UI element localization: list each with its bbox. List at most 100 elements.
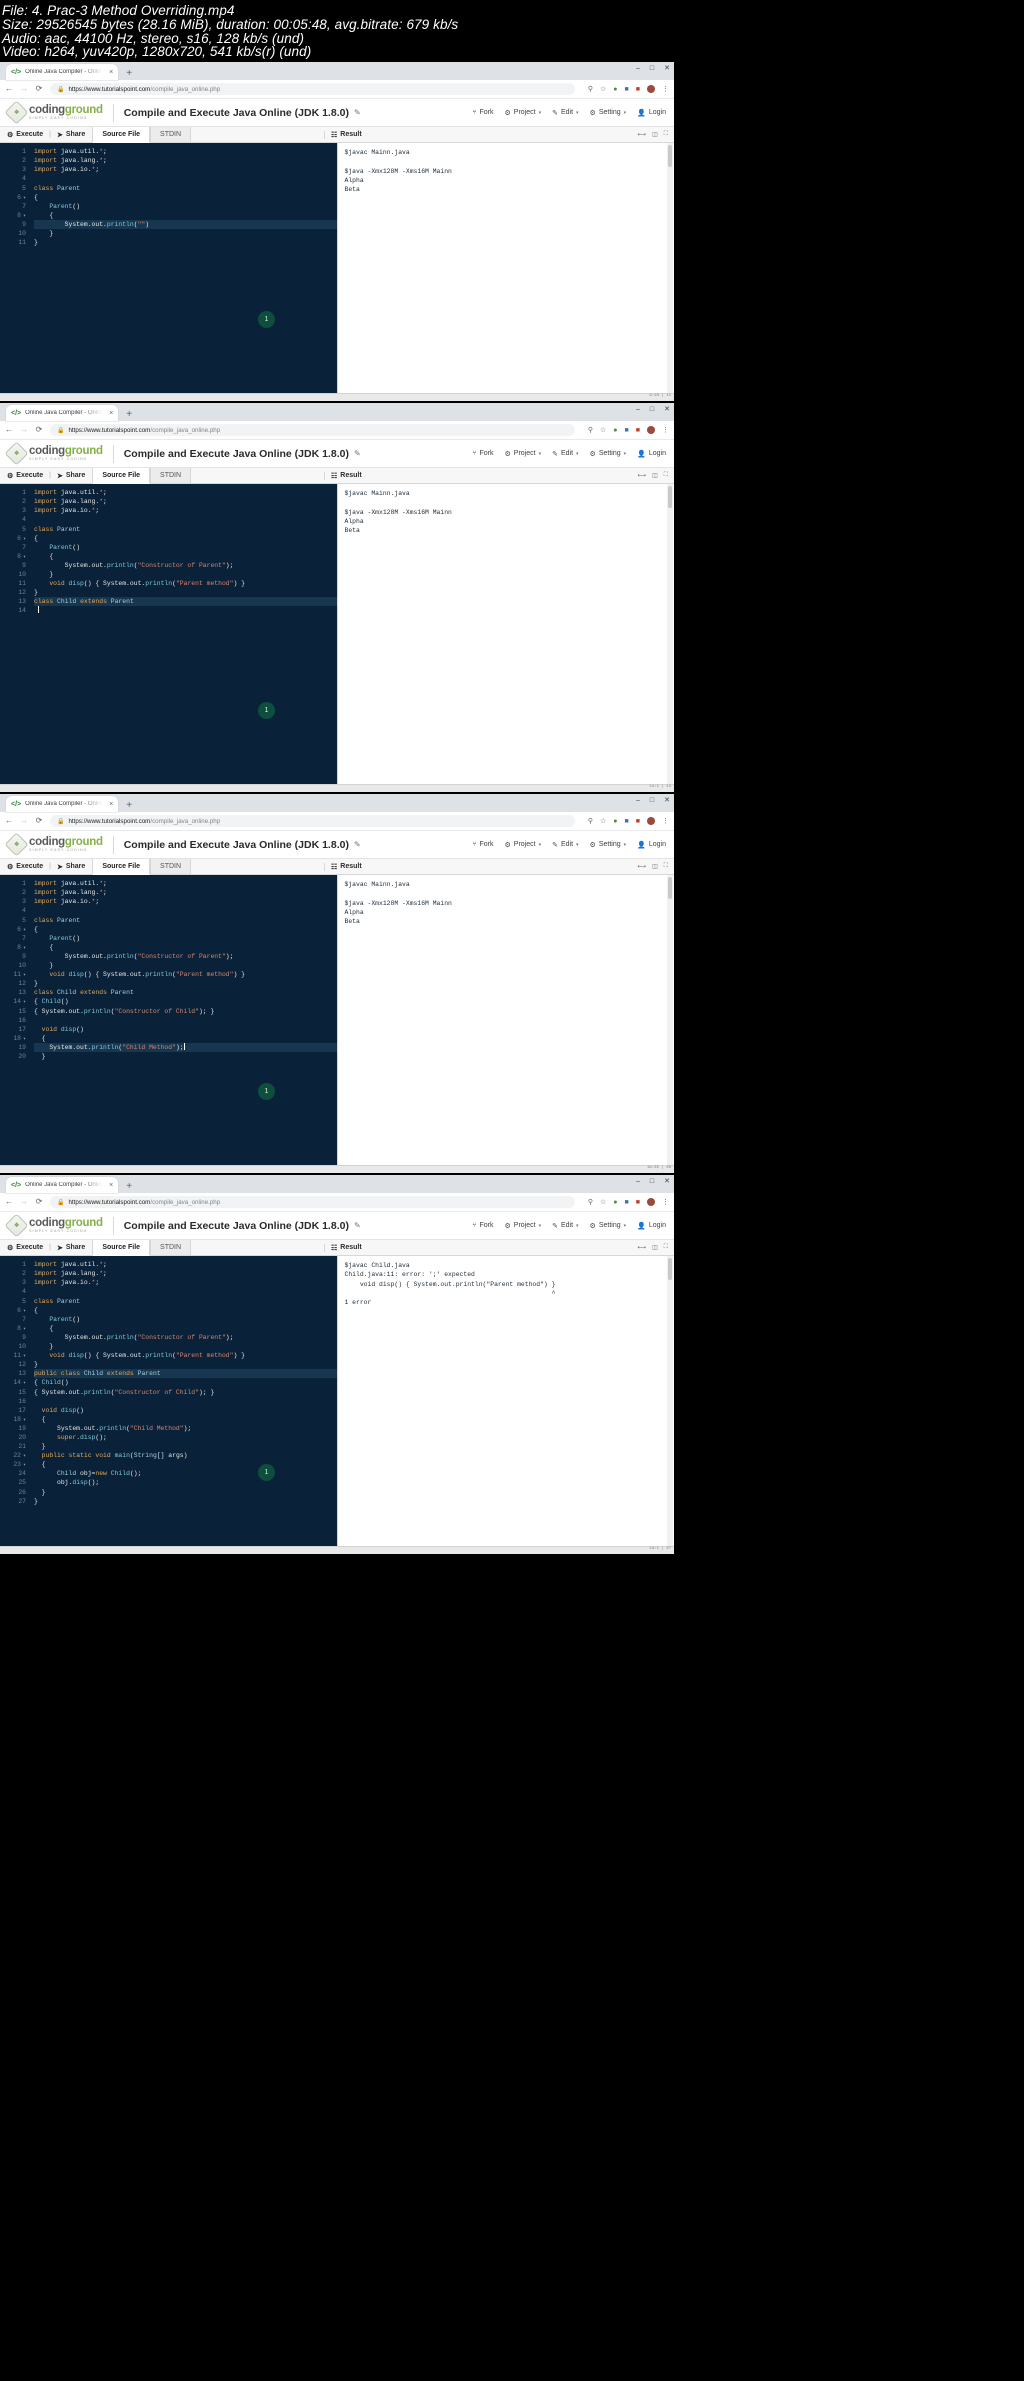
expand-icon[interactable]: ◫ (652, 1244, 658, 1251)
address-bar[interactable]: 🔒 https://www.tutorialspoint.com/compile… (50, 815, 575, 828)
extension-blue-icon[interactable]: ■ (625, 818, 629, 825)
extension-red-icon[interactable]: ■ (636, 427, 640, 434)
maximize-icon[interactable]: □ (650, 797, 654, 804)
back-icon[interactable]: ← (5, 1198, 13, 1206)
minimize-icon[interactable]: – (636, 65, 640, 72)
code-editor[interactable]: 1 2 3 4 5 6 ▾ 7 8 ▾ 9 10 11 ▾ 12 13 14 ▾ 15 16 17 18 ▾ 19 20 imp… (0, 875, 337, 1166)
address-bar[interactable]: 🔒 https://www.tutorialspoint.com/compile… (50, 424, 575, 437)
close-icon[interactable]: × (109, 69, 113, 76)
extension-blue-icon[interactable]: ■ (625, 427, 629, 434)
back-icon[interactable]: ← (5, 817, 13, 825)
extension-blue-icon[interactable]: ■ (625, 86, 629, 93)
editor-tab-source-file[interactable]: Source File (92, 859, 151, 876)
fullscreen-icon[interactable]: ⛶ (664, 863, 668, 870)
coddingground-logo[interactable]: ❖ codingground SIMPLY EASY CODING (4, 832, 103, 857)
code-editor[interactable]: 1 2 3 4 5 6 ▾ 7 8 ▾ 9 10 11 12 13 14 import java.util.*… (0, 484, 337, 785)
minimize-icon[interactable]: – (636, 1178, 640, 1185)
fullscreen-icon[interactable]: ⛶ (664, 472, 668, 479)
address-bar[interactable]: 🔒 https://www.tutorialspoint.com/compile… (50, 83, 575, 96)
scrollbar-thumb[interactable] (668, 1258, 672, 1281)
header-menu-project[interactable]: ⚙ Project ▾ (505, 1222, 542, 1230)
address-bar[interactable]: 🔒 https://www.tutorialspoint.com/compile… (50, 1196, 575, 1209)
collapse-icon[interactable]: ⟷ (638, 863, 647, 870)
bookmark-star-icon[interactable]: ☆ (600, 86, 606, 93)
window-close-icon[interactable]: ✕ (664, 65, 670, 72)
share-button[interactable]: ➤ Share (57, 131, 85, 139)
extension-green-icon[interactable]: ● (613, 818, 617, 825)
avatar[interactable] (647, 85, 655, 94)
editor-tab-stdin[interactable]: STDIN (150, 859, 192, 875)
expand-icon[interactable]: ◫ (652, 131, 658, 138)
notification-badge[interactable]: 1 (258, 1083, 275, 1101)
search-icon[interactable]: ⚲ (588, 427, 593, 434)
coddingground-logo[interactable]: ❖ codingground SIMPLY EASY CODING (4, 100, 103, 125)
new-tab-button[interactable]: + (126, 1182, 132, 1192)
avatar[interactable] (647, 817, 655, 826)
search-icon[interactable]: ⚲ (588, 818, 593, 825)
share-button[interactable]: ➤ Share (57, 863, 85, 871)
code-content[interactable]: import java.util.*; import java.lang.*; im… (30, 1256, 337, 1506)
collapse-icon[interactable]: ⟷ (638, 472, 647, 479)
minimize-icon[interactable]: – (636, 797, 640, 804)
browser-tab[interactable]: </> Online Java Compiler - Online Ja × (6, 64, 119, 81)
header-menu-login[interactable]: 👤 Login (637, 109, 666, 117)
back-icon[interactable]: ← (5, 426, 13, 434)
header-menu-edit[interactable]: ✎ Edit ▾ (552, 841, 578, 849)
window-close-icon[interactable]: ✕ (664, 1178, 670, 1185)
new-tab-button[interactable]: + (126, 801, 132, 811)
new-tab-button[interactable]: + (126, 69, 132, 79)
browser-menu-icon[interactable]: ⋮ (662, 818, 669, 825)
header-menu-project[interactable]: ⚙ Project ▾ (505, 841, 542, 849)
share-button[interactable]: ➤ Share (57, 1244, 85, 1252)
rename-edit-icon[interactable]: ✎ (354, 1221, 361, 1230)
search-icon[interactable]: ⚲ (588, 1199, 593, 1206)
header-menu-edit[interactable]: ✎ Edit ▾ (552, 450, 578, 458)
execute-button[interactable]: ⚙ Execute (7, 863, 43, 871)
forward-icon[interactable]: → (20, 426, 28, 434)
result-scrollbar[interactable] (667, 875, 673, 1166)
coddingground-logo[interactable]: ❖ codingground SIMPLY EASY CODING (4, 441, 103, 466)
editor-tab-source-file[interactable]: Source File (92, 1240, 151, 1257)
rename-edit-icon[interactable]: ✎ (354, 840, 361, 849)
code-content[interactable]: import java.util.*; import java.lang.*; im… (30, 875, 337, 1061)
collapse-icon[interactable]: ⟷ (638, 1244, 647, 1251)
rename-edit-icon[interactable]: ✎ (354, 108, 361, 117)
collapse-icon[interactable]: ⟷ (638, 131, 647, 138)
browser-tab[interactable]: </> Online Java Compiler - Online Ja × (6, 796, 119, 813)
editor-tab-stdin[interactable]: STDIN (150, 127, 192, 143)
editor-tab-source-file[interactable]: Source File (92, 127, 151, 144)
editor-tab-source-file[interactable]: Source File (92, 468, 151, 485)
header-menu-project[interactable]: ⚙ Project ▾ (505, 450, 542, 458)
close-icon[interactable]: × (109, 410, 113, 417)
avatar[interactable] (647, 426, 655, 435)
forward-icon[interactable]: → (20, 85, 28, 93)
expand-icon[interactable]: ◫ (652, 472, 658, 479)
header-menu-project[interactable]: ⚙ Project ▾ (505, 109, 542, 117)
bookmark-star-icon[interactable]: ☆ (600, 818, 606, 825)
code-editor[interactable]: 1 2 3 4 5 6 ▾ 7 8 ▾ 9 10 11 ▾ 12 13 14 ▾ 15 16 17 18 ▾ 19 20 21 22… (0, 1256, 337, 1547)
header-menu-edit[interactable]: ✎ Edit ▾ (552, 1222, 578, 1230)
reload-icon[interactable]: ⟳ (35, 85, 43, 93)
browser-tab[interactable]: </> Online Java Compiler - Online Ja × (6, 1177, 119, 1194)
header-menu-setting[interactable]: ⚙ Setting ▾ (590, 109, 627, 117)
code-editor[interactable]: 1 2 3 4 5 6 ▾ 7 8 ▾ 9 10 11 import java.util.*; impor… (0, 143, 337, 394)
reload-icon[interactable]: ⟳ (35, 1198, 43, 1206)
rename-edit-icon[interactable]: ✎ (354, 449, 361, 458)
header-menu-setting[interactable]: ⚙ Setting ▾ (590, 841, 627, 849)
header-menu-fork[interactable]: ⑂ Fork (472, 450, 493, 457)
editor-tab-stdin[interactable]: STDIN (150, 468, 192, 484)
execute-button[interactable]: ⚙ Execute (7, 1244, 43, 1252)
reload-icon[interactable]: ⟳ (35, 426, 43, 434)
browser-menu-icon[interactable]: ⋮ (662, 86, 669, 93)
bookmark-star-icon[interactable]: ☆ (600, 1199, 606, 1206)
result-scrollbar[interactable] (667, 1256, 673, 1547)
editor-tab-stdin[interactable]: STDIN (150, 1240, 192, 1256)
result-scrollbar[interactable] (667, 143, 673, 394)
new-tab-button[interactable]: + (126, 410, 132, 420)
result-scrollbar[interactable] (667, 484, 673, 785)
search-icon[interactable]: ⚲ (588, 86, 593, 93)
scrollbar-thumb[interactable] (668, 877, 672, 900)
extension-green-icon[interactable]: ● (613, 86, 617, 93)
notification-badge[interactable]: 1 (258, 702, 275, 720)
window-close-icon[interactable]: ✕ (664, 406, 670, 413)
